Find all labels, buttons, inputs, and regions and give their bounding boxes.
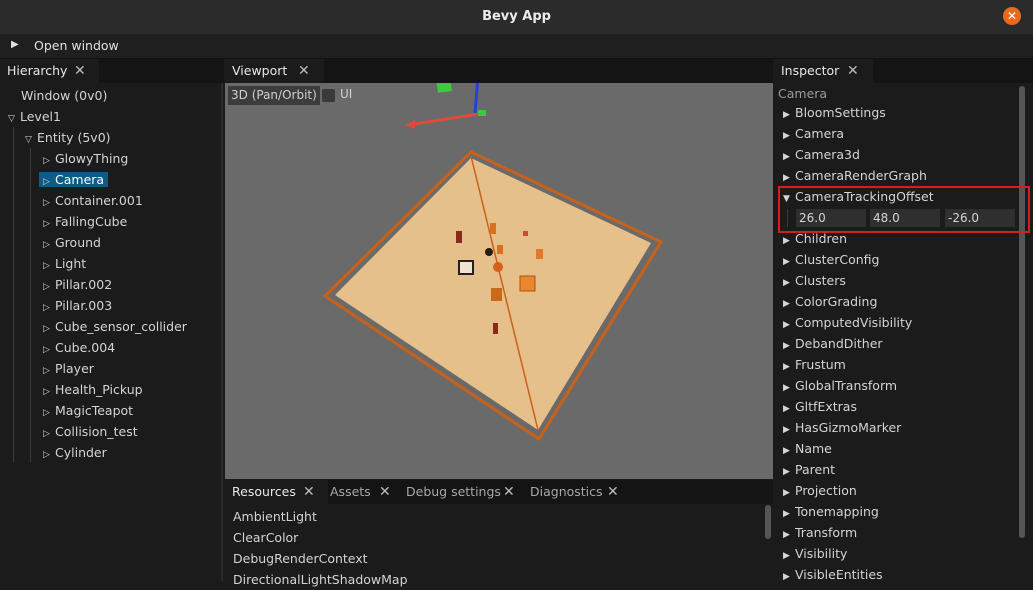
pillar-object xyxy=(523,231,528,236)
tab-assets-label: Assets xyxy=(330,484,371,499)
tree-row-entity-child[interactable]: ▷ Pillar.002 xyxy=(43,274,112,295)
tab-hierarchy-label: Hierarchy xyxy=(7,63,68,78)
menu-bar xyxy=(0,34,1033,59)
tree-row-window[interactable]: Window (0v0) xyxy=(21,85,107,106)
inspector-scrollbar[interactable] xyxy=(1019,86,1025,538)
sphere-object xyxy=(485,248,493,256)
tree-row-level1[interactable]: ▽ Level1 xyxy=(8,106,61,127)
tree-guide-line xyxy=(30,148,31,462)
component-row[interactable]: ▶ GltfExtras xyxy=(783,396,857,417)
tree-row-entity-child[interactable]: ▷ Camera xyxy=(39,169,109,190)
tab-diagnostics-label: Diagnostics xyxy=(530,484,603,499)
expand-triangle-icon[interactable]: ▽ xyxy=(8,109,20,130)
component-row[interactable]: ▶ ComputedVisibility xyxy=(783,312,912,333)
tree-row-entity-child[interactable]: ▷ Light xyxy=(43,253,86,274)
window-title: Bevy App xyxy=(482,9,551,24)
gizmo-y-axis xyxy=(478,110,486,116)
tree-row-entity-child[interactable]: ▷ Player xyxy=(43,358,94,379)
close-tab-icon[interactable]: ✕ xyxy=(298,59,310,83)
annotation-highlight-box xyxy=(778,186,1030,233)
pillar-object xyxy=(456,231,462,243)
open-window-menu[interactable]: Open window xyxy=(34,38,119,53)
close-tab-icon[interactable]: ✕ xyxy=(847,59,859,83)
component-row[interactable]: ▶ Visibility xyxy=(783,543,847,564)
tree-row-entity-child[interactable]: ▷ GlowyThing xyxy=(43,148,128,169)
tab-viewport-label: Viewport xyxy=(232,63,288,78)
pillar-object xyxy=(536,249,543,259)
inspector-entity-name: Camera xyxy=(778,86,828,101)
collapsed-triangle-icon[interactable]: ▷ xyxy=(43,445,55,466)
tab-assets[interactable]: Assets xyxy=(323,480,371,504)
resource-item[interactable]: AmbientLight xyxy=(233,506,317,527)
tree-row-entity-child[interactable]: ▷ Health_Pickup xyxy=(43,379,143,400)
close-tab-icon[interactable]: ✕ xyxy=(607,480,619,504)
tree-row-entity-child[interactable]: ▷ FallingCube xyxy=(43,211,127,232)
selected-row-highlight[interactable]: ▷ Camera xyxy=(39,172,109,187)
expand-triangle-icon[interactable]: ▽ xyxy=(25,130,37,151)
component-row[interactable]: ▶ Clusters xyxy=(783,270,846,291)
sphere-object xyxy=(493,262,503,272)
component-row[interactable]: ▶ Name xyxy=(783,438,832,459)
tree-row-entity[interactable]: ▽ Entity (5v0) xyxy=(25,127,111,148)
component-row[interactable]: ▶ Parent xyxy=(783,459,835,480)
component-row[interactable]: ▶ Transform xyxy=(783,522,857,543)
component-row[interactable]: ▶ ColorGrading xyxy=(783,291,877,312)
component-row[interactable]: ▶ BloomSettings xyxy=(783,102,886,123)
bottom-scrollbar[interactable] xyxy=(765,505,771,539)
close-tab-icon[interactable]: ✕ xyxy=(74,59,86,83)
resource-item[interactable]: ClearColor xyxy=(233,527,298,548)
component-row[interactable]: ▶ Camera xyxy=(783,123,844,144)
pillar-object xyxy=(497,245,503,254)
tree-row-entity-child[interactable]: ▷ Ground xyxy=(43,232,101,253)
component-row[interactable]: ▶ CameraRenderGraph xyxy=(783,165,927,186)
tree-row-entity-child[interactable]: ▷ Pillar.003 xyxy=(43,295,112,316)
hierarchy-scrollbar-track xyxy=(221,83,223,581)
component-row[interactable]: ▶ VisibleEntities xyxy=(783,564,883,585)
resource-item[interactable]: DirectionalLightShadowMap xyxy=(233,569,408,590)
tree-guide-line xyxy=(13,127,14,462)
gizmo-y-handle xyxy=(436,77,452,93)
cube-object xyxy=(458,260,474,275)
tree-row-entity-child[interactable]: ▷ MagicTeapot xyxy=(43,400,133,421)
ui-checkbox[interactable] xyxy=(322,89,335,102)
component-row[interactable]: ▶ HasGizmoMarker xyxy=(783,417,901,438)
tab-resources-label: Resources xyxy=(232,484,296,499)
tree-row-entity-child[interactable]: ▷ Cube_sensor_collider xyxy=(43,316,187,337)
camera-mode-button[interactable]: 3D (Pan/Orbit) xyxy=(228,86,320,105)
gizmo-z-axis xyxy=(473,76,480,114)
component-row[interactable]: ▶ DebandDither xyxy=(783,333,883,354)
component-row[interactable]: ▶ GlobalTransform xyxy=(783,375,897,396)
tree-row-entity-child[interactable]: ▷ Container.001 xyxy=(43,190,143,211)
scene-render[interactable] xyxy=(225,76,773,479)
tab-debug-settings[interactable]: Debug settings xyxy=(399,480,501,504)
component-row[interactable]: ▶ Tonemapping xyxy=(783,501,879,522)
tab-debug-settings-label: Debug settings xyxy=(406,484,501,499)
tree-row-entity-child[interactable]: ▷ Cube.004 xyxy=(43,337,115,358)
tab-inspector-label: Inspector xyxy=(781,63,840,78)
pillar-object xyxy=(490,223,496,234)
cylinder-object xyxy=(493,323,498,334)
component-row[interactable]: ▶ Frustum xyxy=(783,354,846,375)
close-tab-icon[interactable]: ✕ xyxy=(303,480,315,504)
cube-object xyxy=(519,275,536,292)
play-triangle-icon[interactable]: ▶ xyxy=(11,39,19,50)
component-row[interactable]: ▶ ClusterConfig xyxy=(783,249,879,270)
tree-row-entity-child[interactable]: ▷ Collision_test xyxy=(43,421,138,442)
resource-item[interactable]: DebugRenderContext xyxy=(233,548,368,569)
teapot-object xyxy=(491,288,502,301)
collapsed-arrow-icon: ▶ xyxy=(783,572,790,582)
close-tab-icon[interactable]: ✕ xyxy=(379,480,391,504)
3d-viewport[interactable] xyxy=(225,76,773,479)
component-row[interactable]: ▶ Camera3d xyxy=(783,144,860,165)
ui-checkbox-label: UI xyxy=(340,87,353,101)
gizmo-x-axis xyxy=(407,112,479,127)
gizmo-x-arrow xyxy=(405,120,415,129)
close-tab-icon[interactable]: ✕ xyxy=(503,480,515,504)
tab-diagnostics[interactable]: Diagnostics xyxy=(523,480,603,504)
tree-row-entity-child[interactable]: ▷ Cylinder xyxy=(43,442,107,463)
close-window-button[interactable]: ✕ xyxy=(1003,7,1021,25)
component-row[interactable]: ▶ Projection xyxy=(783,480,857,501)
